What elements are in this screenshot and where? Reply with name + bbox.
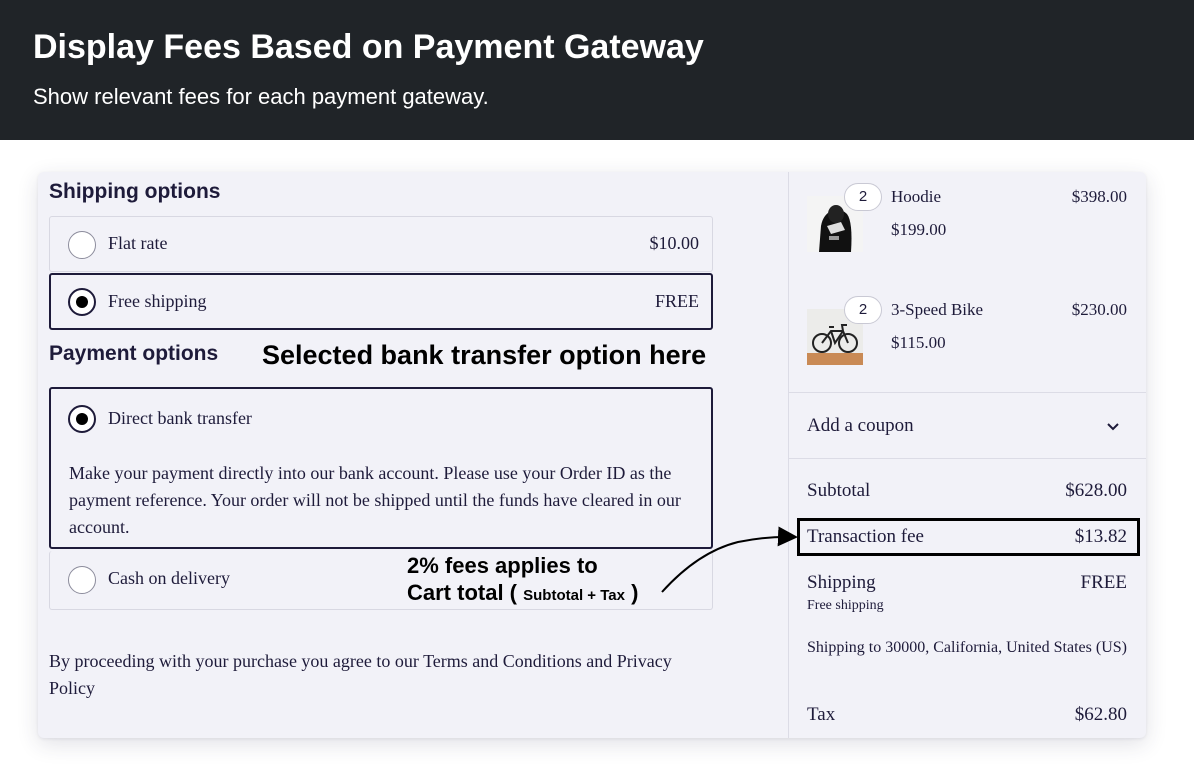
annotation-fees-line1: 2% fees applies to xyxy=(407,553,598,578)
coupon-label: Add a coupon xyxy=(807,415,914,436)
banner-subtitle: Show relevant fees for each payment gate… xyxy=(33,84,489,109)
banner-title: Display Fees Based on Payment Gateway xyxy=(33,28,704,66)
shipping-option-flat-rate[interactable]: Flat rate $10.00 xyxy=(49,216,713,272)
product-line-total: $230.00 xyxy=(1071,300,1127,319)
payment-option-bank-transfer[interactable]: Direct bank transfer Make your payment d… xyxy=(49,387,713,549)
annotation-fees-note: 2% fees applies to Cart total ( Subtotal… xyxy=(407,552,638,609)
shipping-method: Free shipping xyxy=(807,598,884,613)
tax-label: Tax xyxy=(807,704,836,725)
option-label: Free shipping xyxy=(108,291,207,311)
radio-button-selected[interactable] xyxy=(68,405,96,433)
header-banner: Display Fees Based on Payment Gateway Sh… xyxy=(0,0,1194,140)
subtotal-value: $628.00 xyxy=(1065,480,1127,501)
option-price: FREE xyxy=(654,291,699,311)
option-label: Flat rate xyxy=(108,233,168,253)
annotation-fees-suffix: ) xyxy=(631,580,639,605)
annotation-selected-note: Selected bank transfer option here xyxy=(262,340,707,370)
add-coupon-toggle[interactable]: Add a coupon xyxy=(789,393,1146,459)
product-name: Hoodie xyxy=(891,187,942,206)
radio-button[interactable] xyxy=(68,566,96,594)
divider xyxy=(789,458,1146,459)
product-unit-price: $115.00 xyxy=(891,333,946,352)
annotation-fees-line2: Cart total ( Subtotal + Tax ) xyxy=(407,579,638,609)
terms-text: By proceeding with your purchase you agr… xyxy=(49,651,672,698)
option-price: $10.00 xyxy=(649,233,700,253)
subtotal-label: Subtotal xyxy=(807,480,871,501)
quantity-badge: 2 xyxy=(844,183,882,211)
annotation-fees-small: Subtotal + Tax xyxy=(523,587,625,604)
shipping-destination: Shipping to 30000, California, United St… xyxy=(807,639,1127,656)
radio-button-selected[interactable] xyxy=(68,288,96,316)
transaction-fee-label: Transaction fee xyxy=(807,526,924,547)
payment-options-heading: Payment options xyxy=(49,342,219,365)
product-unit-price: $199.00 xyxy=(891,220,947,239)
checkout-card: Shipping options Flat rate $10.00 Free s… xyxy=(38,172,1146,738)
annotation-fees-prefix: Cart total ( xyxy=(407,580,517,605)
transaction-fee-value: $13.82 xyxy=(1074,526,1127,547)
radio-button[interactable] xyxy=(68,231,96,259)
tax-value: $62.80 xyxy=(1074,704,1127,725)
option-label: Cash on delivery xyxy=(108,568,230,588)
chevron-down-icon[interactable] xyxy=(1106,419,1120,433)
option-label: Direct bank transfer xyxy=(108,408,252,428)
shipping-value: FREE xyxy=(1080,572,1127,593)
shipping-options-heading: Shipping options xyxy=(49,180,221,203)
quantity-badge: 2 xyxy=(844,296,882,324)
payment-description: Make your payment directly into our bank… xyxy=(69,463,681,537)
product-line-total: $398.00 xyxy=(1071,187,1127,206)
shipping-option-free-shipping[interactable]: Free shipping FREE xyxy=(49,273,713,330)
product-name: 3-Speed Bike xyxy=(891,300,984,319)
shipping-label: Shipping xyxy=(807,572,876,593)
